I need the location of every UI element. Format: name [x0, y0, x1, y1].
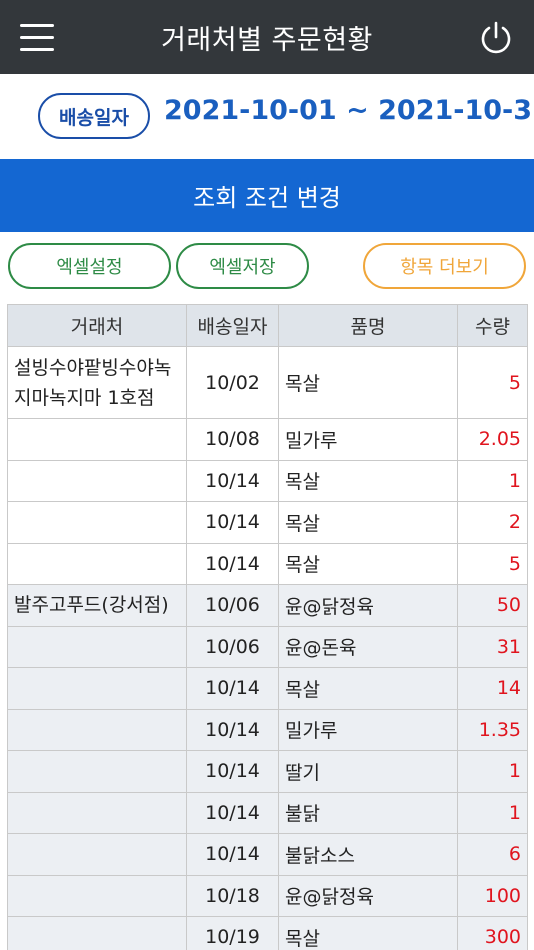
date-filter-row: 배송일자 2021-10-01 ~ 2021-10-31: [0, 74, 534, 159]
cell-item: 목살: [278, 501, 458, 544]
cell-item: 목살: [278, 346, 458, 419]
column-header-item[interactable]: 품명: [278, 304, 458, 347]
cell-date: 10/14: [186, 833, 279, 876]
cell-date: 10/14: [186, 542, 279, 585]
cell-qty: 31: [457, 625, 528, 668]
power-icon[interactable]: [478, 20, 514, 56]
cell-item: 밀가루: [278, 418, 458, 461]
cell-customer: [7, 750, 187, 793]
cell-customer: [7, 667, 187, 710]
cell-item: 목살: [278, 542, 458, 585]
cell-customer: [7, 916, 187, 950]
cell-qty: 1: [457, 459, 528, 502]
column-header-customer[interactable]: 거래처: [7, 304, 187, 347]
table-row[interactable]: 10/19 목살 300: [7, 916, 528, 950]
date-range-text[interactable]: 2021-10-01 ~ 2021-10-31: [164, 95, 534, 126]
cell-item: 목살: [278, 916, 458, 950]
cell-customer: [7, 791, 187, 834]
table-row[interactable]: 설빙수야팥빙수야녹지마녹지마 1호점 10/02 목살 5: [7, 346, 528, 419]
table-row[interactable]: 10/14 목살 2: [7, 501, 528, 544]
cell-customer: [7, 708, 187, 751]
cell-customer: [7, 418, 187, 461]
excel-setting-button[interactable]: 엑셀설정: [8, 243, 171, 289]
cell-item: 윤@닭정육: [278, 584, 458, 627]
cell-customer: 설빙수야팥빙수야녹지마녹지마 1호점: [7, 346, 187, 419]
cell-qty: 6: [457, 833, 528, 876]
cell-item: 밀가루: [278, 708, 458, 751]
cell-date: 10/02: [186, 346, 279, 419]
cell-item: 윤@닭정육: [278, 874, 458, 917]
table-header-row: 거래처 배송일자 품명 수량: [7, 304, 528, 347]
cell-qty: 14: [457, 667, 528, 710]
delivery-date-badge: 배송일자: [38, 93, 150, 139]
column-header-date[interactable]: 배송일자: [186, 304, 279, 347]
table-row[interactable]: 발주고푸드(강서점) 10/06 윤@닭정육 50: [7, 584, 528, 627]
cell-customer: [7, 874, 187, 917]
table-row[interactable]: 10/14 딸기 1: [7, 750, 528, 793]
cell-date: 10/06: [186, 584, 279, 627]
cell-qty: 2.05: [457, 418, 528, 461]
cell-item: 딸기: [278, 750, 458, 793]
cell-item: 윤@돈육: [278, 625, 458, 668]
cell-item: 불닭소스: [278, 833, 458, 876]
cell-item: 불닭: [278, 791, 458, 834]
cell-customer: 발주고푸드(강서점): [7, 584, 187, 627]
cell-date: 10/14: [186, 667, 279, 710]
cell-qty: 50: [457, 584, 528, 627]
cell-date: 10/06: [186, 625, 279, 668]
column-header-qty[interactable]: 수량: [457, 304, 528, 347]
excel-save-button[interactable]: 엑셀저장: [176, 243, 309, 289]
more-columns-button[interactable]: 항목 더보기: [363, 243, 526, 289]
table-row[interactable]: 10/14 목살 1: [7, 459, 528, 502]
cell-qty: 1: [457, 750, 528, 793]
cell-customer: [7, 833, 187, 876]
table-row[interactable]: 10/14 불닭소스 6: [7, 833, 528, 876]
cell-customer: [7, 459, 187, 502]
cell-qty: 100: [457, 874, 528, 917]
cell-customer: [7, 625, 187, 668]
table-row[interactable]: 10/14 불닭 1: [7, 791, 528, 834]
table-row[interactable]: 10/18 윤@닭정육 100: [7, 874, 528, 917]
change-query-button[interactable]: 조회 조건 변경: [0, 159, 534, 232]
cell-qty: 1.35: [457, 708, 528, 751]
page-title: 거래처별 주문현황: [161, 25, 373, 56]
cell-date: 10/14: [186, 750, 279, 793]
cell-date: 10/18: [186, 874, 279, 917]
cell-customer: [7, 501, 187, 544]
cell-item: 목살: [278, 667, 458, 710]
cell-qty: 2: [457, 501, 528, 544]
table-row[interactable]: 10/14 목살 14: [7, 667, 528, 710]
table-row[interactable]: 10/14 밀가루 1.35: [7, 708, 528, 751]
cell-date: 10/14: [186, 501, 279, 544]
table-row[interactable]: 10/08 밀가루 2.05: [7, 418, 528, 461]
cell-date: 10/14: [186, 791, 279, 834]
cell-date: 10/19: [186, 916, 279, 950]
cell-qty: 300: [457, 916, 528, 950]
cell-date: 10/08: [186, 418, 279, 461]
cell-item: 목살: [278, 459, 458, 502]
cell-date: 10/14: [186, 708, 279, 751]
cell-qty: 1: [457, 791, 528, 834]
cell-customer: [7, 542, 187, 585]
cell-qty: 5: [457, 542, 528, 585]
table-row[interactable]: 10/14 목살 5: [7, 542, 528, 585]
cell-qty: 5: [457, 346, 528, 419]
table-row[interactable]: 10/06 윤@돈육 31: [7, 625, 528, 668]
app-header: 거래처별 주문현황: [0, 0, 534, 74]
cell-date: 10/14: [186, 459, 279, 502]
order-table: 거래처 배송일자 품명 수량 설빙수야팥빙수야녹지마녹지마 1호점 10/02 …: [7, 304, 528, 950]
